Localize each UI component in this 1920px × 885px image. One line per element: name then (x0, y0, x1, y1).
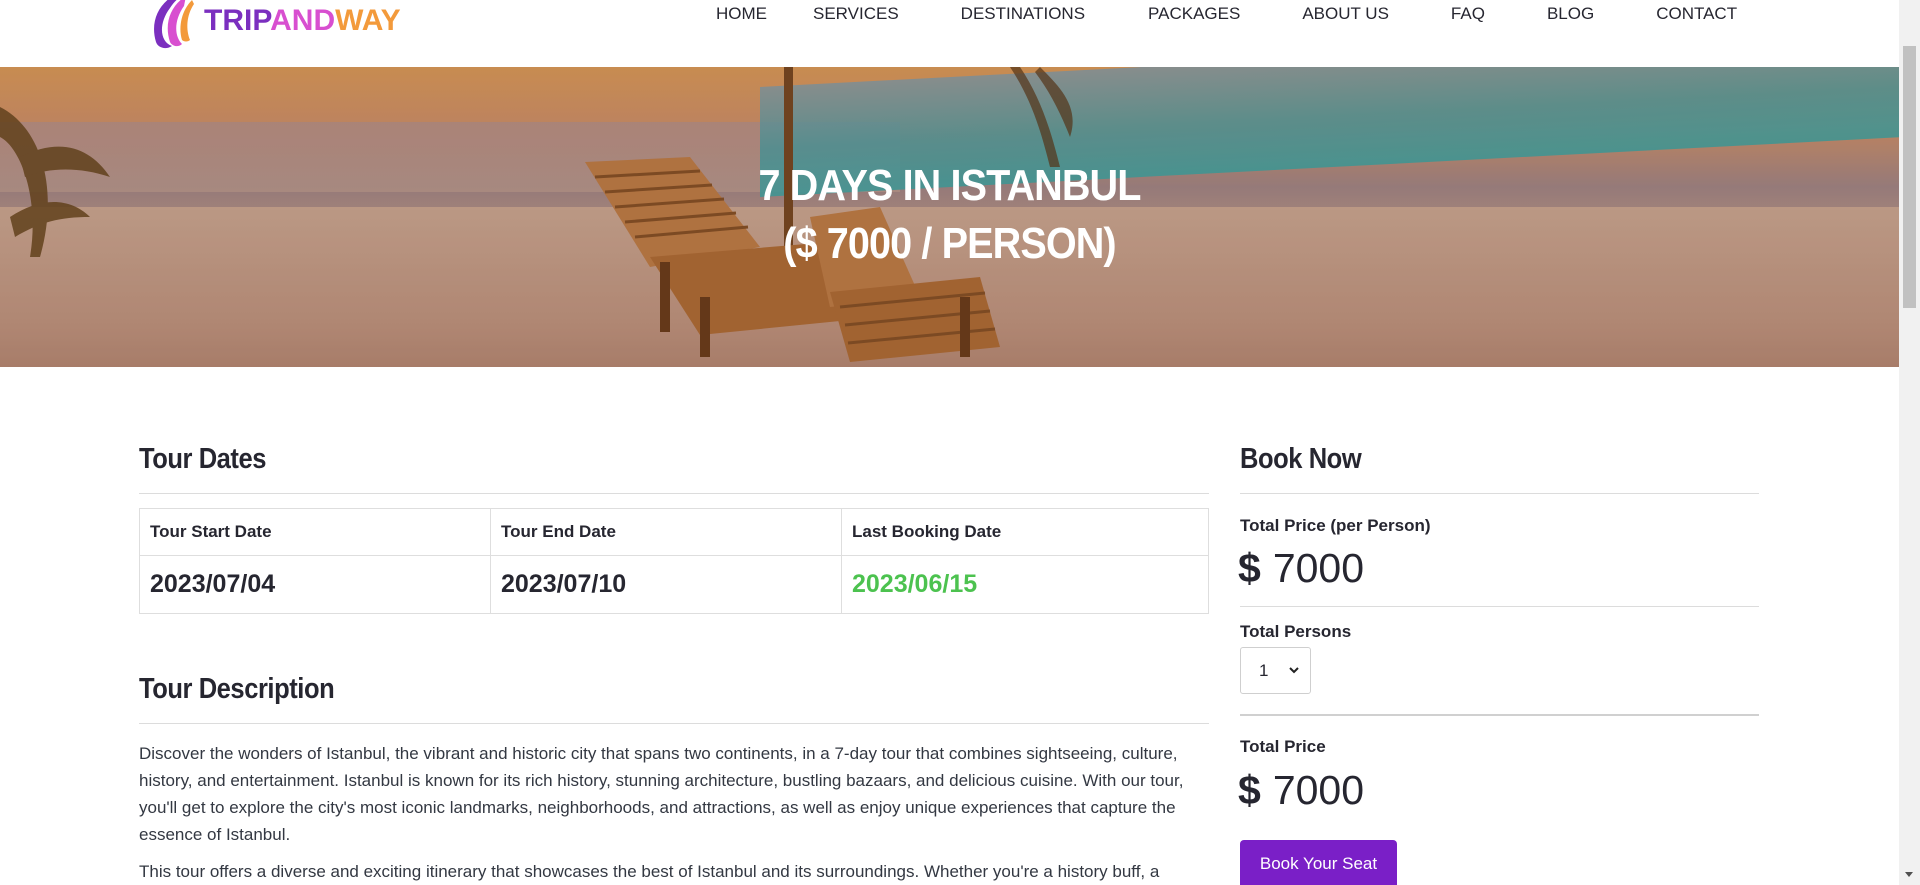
book-now-divider (1240, 493, 1759, 494)
last-booking-date-value: 2023/06/15 (841, 555, 1209, 614)
currency-symbol: $ (1238, 545, 1261, 591)
tour-description-divider (139, 723, 1209, 724)
hero-title: 7 DAYS IN ISTANBUL ($ 7000 / PERSON) (95, 157, 1804, 273)
total-price-value: 7000 (1272, 767, 1365, 813)
description-paragraph-1: Discover the wonders of Istanbul, the vi… (139, 744, 1184, 844)
nav-item-destinations[interactable]: DESTINATIONS (961, 4, 1085, 26)
price-per-person-value: 7000 (1272, 545, 1365, 591)
nav-item-packages[interactable]: PACKAGES (1148, 4, 1240, 26)
book-your-seat-button[interactable]: Book Your Seat (1240, 840, 1397, 885)
col-tour-start-date: Tour Start Date (139, 508, 491, 556)
price-divider (1240, 606, 1759, 607)
tour-description-body: Discover the wonders of Istanbul, the vi… (139, 740, 1214, 885)
brand-wordmark: TRIPANDWAY (204, 4, 401, 38)
book-now-heading: Book Now (1240, 443, 1362, 475)
total-price: $7000 (1238, 767, 1364, 813)
description-paragraph-2: This tour offers a diverse and exciting … (139, 862, 1160, 881)
scroll-down-arrow-icon[interactable] (1905, 872, 1913, 877)
total-persons-label: Total Persons (1240, 622, 1352, 641)
brand-logo[interactable]: TRIPANDWAY (146, 0, 401, 50)
nav-item-contact[interactable]: CONTACT (1656, 4, 1737, 26)
nav-item-faq[interactable]: FAQ (1451, 4, 1485, 26)
tour-start-date-value: 2023/07/04 (139, 555, 491, 614)
nav-item-services[interactable]: SERVICES (813, 4, 899, 26)
tour-dates-heading: Tour Dates (139, 443, 267, 475)
hero-title-line2: ($ 7000 / PERSON) (783, 219, 1116, 268)
tour-description-heading: Tour Description (139, 673, 335, 705)
total-persons-selected-value: 1 (1259, 661, 1269, 680)
price-per-person-label: Total Price (per Person) (1240, 516, 1431, 535)
tour-dates-divider (139, 493, 1209, 494)
nav-item-blog[interactable]: BLOG (1547, 4, 1594, 26)
tour-end-date-value: 2023/07/10 (490, 555, 842, 614)
brand-name-part1: TRIP (204, 4, 271, 37)
page-scrollbar[interactable] (1899, 0, 1920, 885)
nav-item-about-us[interactable]: ABOUT US (1302, 4, 1389, 26)
table-row: 2023/07/04 2023/07/10 2023/06/15 (139, 555, 1209, 614)
total-currency-symbol: $ (1238, 767, 1261, 813)
tour-dates-table: Tour Start Date Tour End Date Last Booki… (139, 508, 1209, 614)
col-last-booking-date: Last Booking Date (841, 508, 1209, 556)
page: TRIPANDWAY HOME SERVICES DESTINATIONS PA… (0, 0, 1899, 885)
site-header: TRIPANDWAY HOME SERVICES DESTINATIONS PA… (0, 0, 1899, 68)
main-nav: HOME SERVICES DESTINATIONS PACKAGES ABOU… (716, 4, 1737, 26)
brand-name-part3: WAY (335, 4, 401, 37)
table-header-row: Tour Start Date Tour End Date Last Booki… (139, 508, 1209, 556)
brand-name-part2: AND (270, 4, 336, 37)
chevron-down-icon (1289, 667, 1299, 674)
col-tour-end-date: Tour End Date (490, 508, 842, 556)
logo-swoosh-icon (154, 0, 194, 49)
price-per-person: $7000 (1238, 545, 1364, 591)
hero-banner: 7 DAYS IN ISTANBUL ($ 7000 / PERSON) (0, 67, 1899, 367)
nav-item-home[interactable]: HOME (716, 4, 767, 26)
total-persons-select[interactable]: 1 (1240, 647, 1311, 694)
hero-title-line1: 7 DAYS IN ISTANBUL (758, 161, 1141, 210)
scrollbar-thumb[interactable] (1903, 46, 1916, 308)
total-price-label: Total Price (1240, 737, 1326, 756)
persons-divider (1240, 714, 1759, 716)
